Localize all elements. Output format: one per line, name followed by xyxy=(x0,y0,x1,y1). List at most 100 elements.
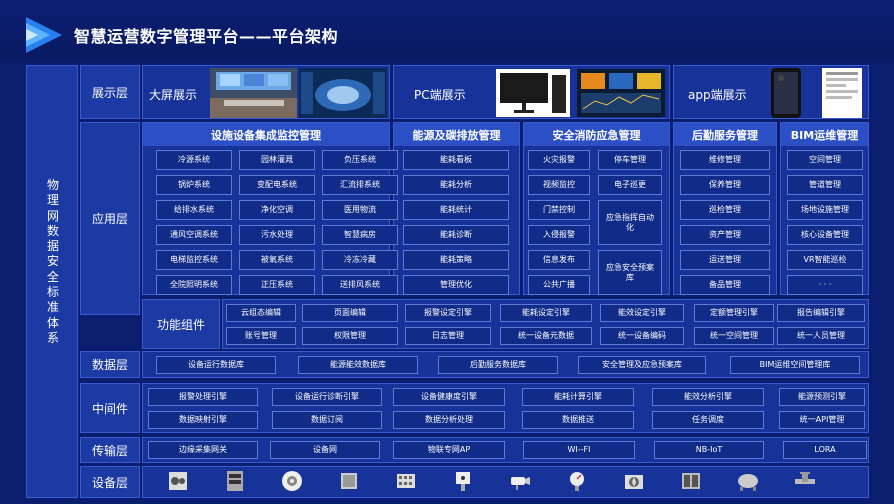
control-room-image xyxy=(210,68,297,118)
func-item: 定额管理引擎 xyxy=(694,304,774,322)
func-item: 报告编辑引擎 xyxy=(777,304,865,322)
safety-item: 火灾报警 xyxy=(528,150,590,170)
header: 智慧运营数字管理平台——平台架构 xyxy=(0,0,894,60)
facility-item: 净化空调 xyxy=(239,200,315,220)
middleware-item: 设备运行诊断引擎 xyxy=(272,388,382,406)
func-item: 权限管理 xyxy=(302,327,398,345)
meter-icon xyxy=(397,474,415,488)
facility-item: 正压系统 xyxy=(239,275,315,295)
data-item: 能源能效数据库 xyxy=(298,356,418,374)
facility-item: 电梯监控系统 xyxy=(156,250,232,270)
safety-item: 应急安全预案库 xyxy=(598,250,662,295)
logistics-item: 资产管理 xyxy=(680,225,770,245)
facility-item: 全院照明系统 xyxy=(156,275,232,295)
safety-item: 应急指挥自动化 xyxy=(598,200,662,245)
safety-item: 入侵报警 xyxy=(528,225,590,245)
middleware-item: 数据分析处理 xyxy=(393,411,505,429)
facility-item: 冷冻冷藏 xyxy=(322,250,398,270)
page-title: 智慧运营数字管理平台——平台架构 xyxy=(74,27,339,46)
facility-item: 锅炉系统 xyxy=(156,175,232,195)
energy-item: 管理优化 xyxy=(403,275,509,295)
layer-middleware: 中间件 xyxy=(80,383,140,433)
facility-item: 园林灌溉 xyxy=(239,150,315,170)
func-item: 统一空间管理 xyxy=(694,327,774,345)
camera-icon xyxy=(511,477,530,490)
pc-dashboard-image xyxy=(577,69,665,117)
func-item: 统一人员管理 xyxy=(777,327,865,345)
middleware-item: 数据推送 xyxy=(522,411,634,429)
bim-item: 场地设施管理 xyxy=(787,200,863,220)
logistics-item: 保养管理 xyxy=(680,175,770,195)
layer-display: 展示层 xyxy=(80,65,140,119)
fan-icon xyxy=(282,471,302,491)
pc-label: PC端展示 xyxy=(414,88,466,102)
data-item: 后勤服务数据库 xyxy=(438,356,558,374)
func-item: 报警设定引擎 xyxy=(405,304,491,322)
middleware-item: 数据订阅 xyxy=(272,411,382,429)
data-item: 设备运行数据库 xyxy=(156,356,276,374)
display-bigscreen: 大屏展示 xyxy=(142,65,390,119)
func-item: 云组态编辑 xyxy=(226,304,296,322)
facility-item: 通风空调系统 xyxy=(156,225,232,245)
func-item: 账号管理 xyxy=(226,327,296,345)
bim-item: 管道管理 xyxy=(787,175,863,195)
energy-heading: 能源及碳排放管理 xyxy=(394,123,519,146)
pc-monitor-image xyxy=(496,69,570,117)
transport-item: LORA xyxy=(783,441,867,459)
logistics-heading: 后勤服务管理 xyxy=(674,123,776,146)
facility-item: 变配电系统 xyxy=(239,175,315,195)
layer-transport: 传输层 xyxy=(80,437,140,463)
app-label: app端展示 xyxy=(688,88,747,102)
sidebar-label: 物理网数据安全标准体系 xyxy=(46,178,59,345)
middleware-item: 统一API管理 xyxy=(779,411,865,429)
facility-item: 医用物流 xyxy=(322,200,398,220)
safety-item: 信息发布 xyxy=(528,250,590,270)
valve-icon xyxy=(795,472,815,484)
safety-item: 电子巡更 xyxy=(598,175,662,195)
func-item: 统一设备编码 xyxy=(600,327,684,345)
cabinet-icon xyxy=(227,471,243,491)
facility-item: 被氧系统 xyxy=(239,250,315,270)
middleware-item: 数据映射引擎 xyxy=(148,411,258,429)
logo-icon xyxy=(26,17,62,53)
middleware-item: 能源预测引擎 xyxy=(779,388,865,406)
pump-icon xyxy=(625,475,643,489)
facility-heading: 设施设备集成监控管理 xyxy=(143,123,389,146)
func-item: 页面编辑 xyxy=(302,304,398,322)
standards-sidebar: 物理网数据安全标准体系 xyxy=(26,65,78,498)
dashboard-image xyxy=(299,68,387,118)
safety-heading: 安全消防应急管理 xyxy=(524,123,669,146)
energy-item: 能耗策略 xyxy=(403,250,509,270)
app-screen-image xyxy=(822,68,862,118)
bim-item: · · · xyxy=(787,275,863,295)
tank-icon xyxy=(738,474,758,491)
facility-item: 汇流排系统 xyxy=(322,175,398,195)
middleware-item: 任务调度 xyxy=(652,411,764,429)
energy-item: 能耗诊断 xyxy=(403,225,509,245)
display-pc: PC端展示 xyxy=(393,65,670,119)
facility-item: 送排风系统 xyxy=(322,275,398,295)
data-item: 安全管理及应急预案库 xyxy=(578,356,706,374)
facility-item: 负压系统 xyxy=(322,150,398,170)
bim-item: 核心设备管理 xyxy=(787,225,863,245)
logistics-item: 运送管理 xyxy=(680,250,770,270)
bigscreen-label: 大屏展示 xyxy=(149,88,198,102)
facility-item: 冷源系统 xyxy=(156,150,232,170)
layer-func: 功能组件 xyxy=(142,299,220,349)
sensor-icon xyxy=(456,472,470,491)
display-app: app端展示 xyxy=(673,65,869,119)
middleware-item: 报警处理引擎 xyxy=(148,388,258,406)
gauge-icon xyxy=(570,472,584,491)
storage-icon xyxy=(341,473,357,489)
bim-item: 空间管理 xyxy=(787,150,863,170)
energy-item: 能耗分析 xyxy=(403,175,509,195)
data-item: BIM运维空间管理库 xyxy=(730,356,860,374)
logistics-item: 维修管理 xyxy=(680,150,770,170)
layer-app: 应用层 xyxy=(80,122,140,315)
energy-item: 能耗统计 xyxy=(403,200,509,220)
safety-item: 视频监控 xyxy=(528,175,590,195)
func-item: 能耗设定引擎 xyxy=(500,304,592,322)
logistics-item: 备品管理 xyxy=(680,275,770,295)
safety-item: 公共广播 xyxy=(528,275,590,295)
facility-item: 智慧病房 xyxy=(322,225,398,245)
